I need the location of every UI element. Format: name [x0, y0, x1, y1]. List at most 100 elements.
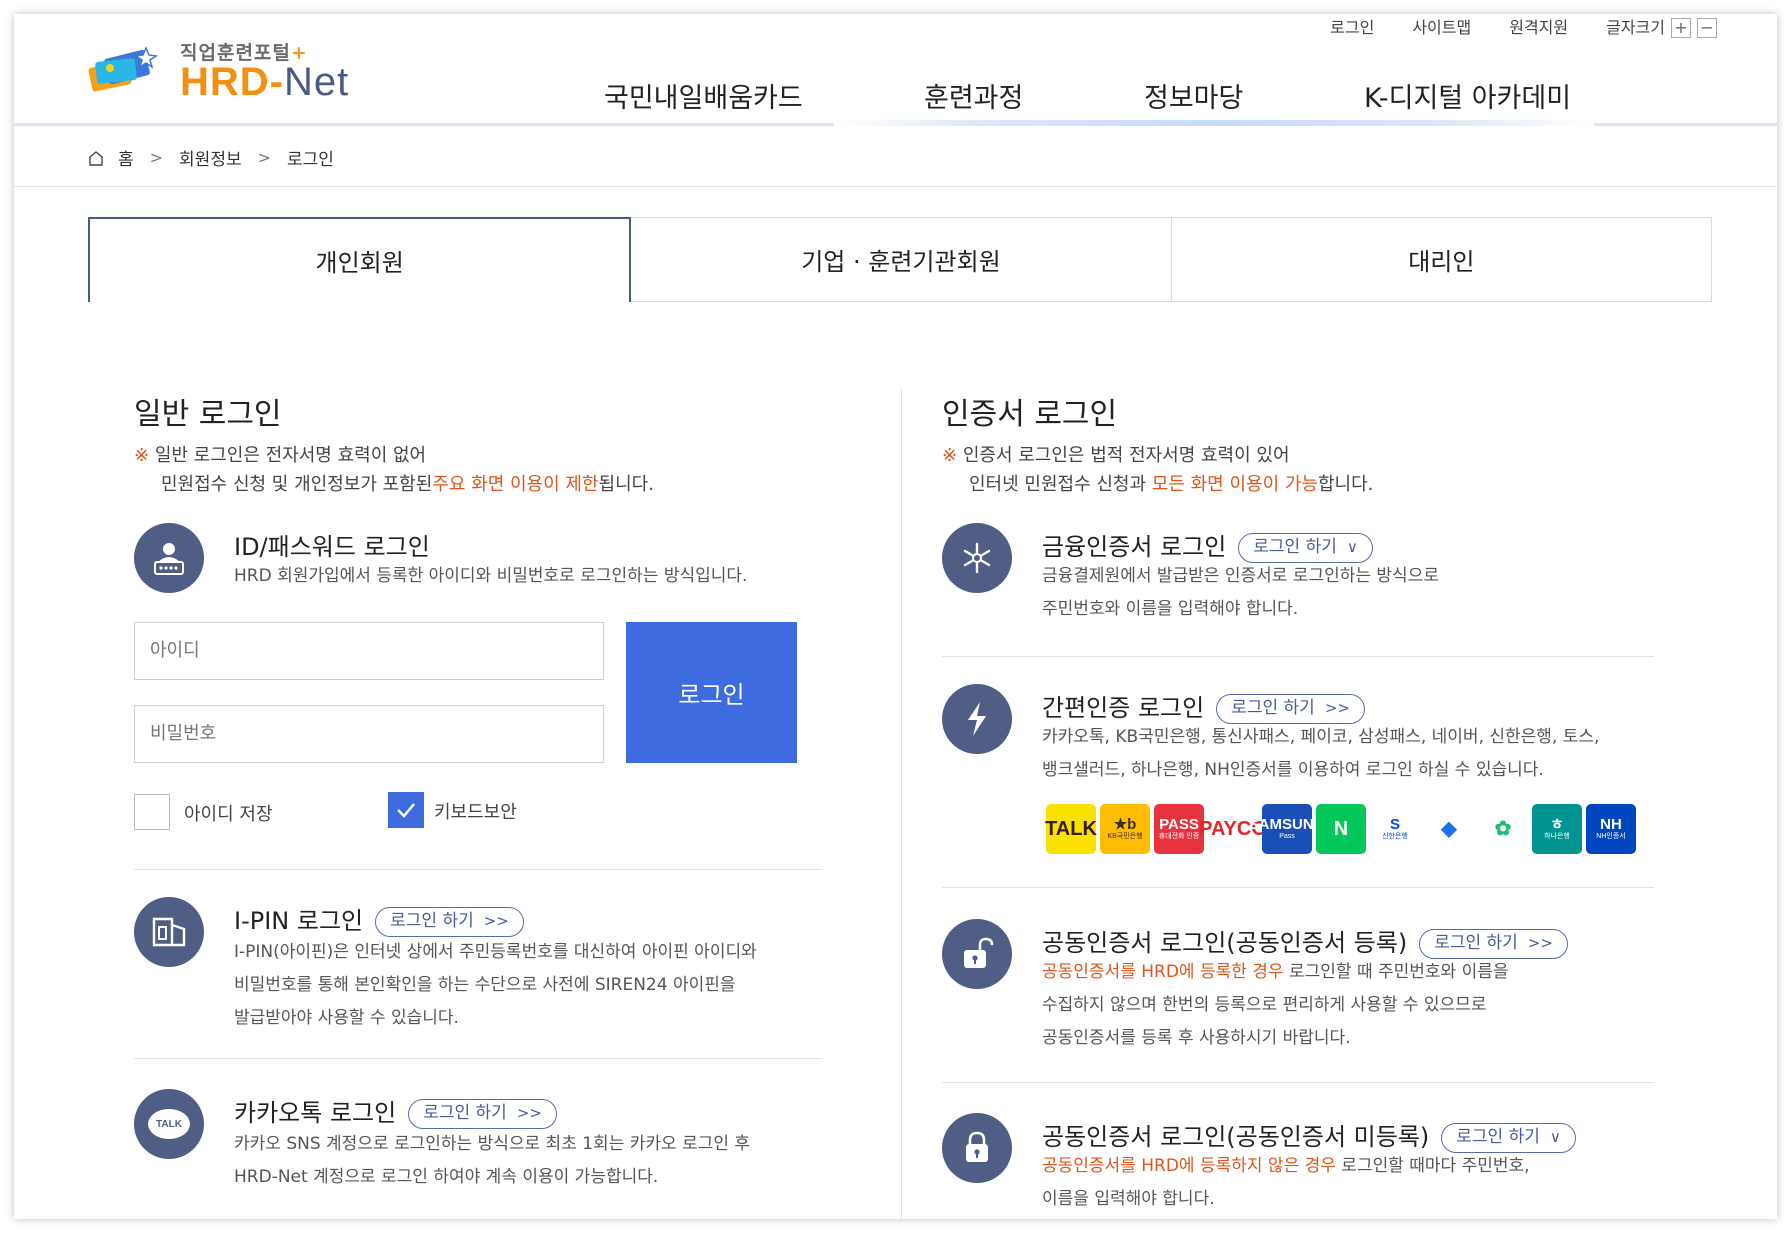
notice-line-2a: 민원접수 신청 및 개인정보가 포함된 [161, 474, 433, 495]
breadcrumb-home[interactable]: 홈 [118, 145, 134, 170]
general-login-notice: ※ 일반 로그인은 전자서명 효력이 없어 민원접수 신청 및 개인정보가 포함… [134, 441, 654, 499]
notice-line-2a: 인터넷 민원접수 신청과 [969, 474, 1147, 495]
chevron-right-icon: > [257, 148, 272, 167]
pass-logo[interactable]: PASS 휴대전화 인증 [1154, 804, 1204, 854]
shinhan-logo[interactable]: S 신한은행 [1370, 804, 1420, 854]
kb-logo[interactable]: ★b KB국민은행 [1100, 804, 1150, 854]
joint-cert-registered-desc: 공동인증서를 HRD에 등록한 경우 로그인할 때 주민번호와 이름을 수집하지… [1042, 962, 1509, 1048]
id-login-desc: HRD 회원가입에서 등록한 아이디와 비밀번호로 로그인하는 방식입니다. [234, 566, 748, 586]
tab-individual[interactable]: 개인회원 [88, 217, 632, 302]
divider [942, 656, 1654, 657]
certificate-login-notice: ※ 인증서 로그인은 법적 전자서명 효력이 있어 인터넷 민원접수 신청과 모… [942, 441, 1373, 499]
joint-cert-registered-title: 공동인증서 로그인(공동인증서 등록) 로그인 하기 >> [1042, 923, 1568, 959]
keyboard-security-checkbox[interactable] [388, 792, 424, 828]
notice-line-2c: 됩니다. [598, 474, 654, 495]
password-input[interactable]: 비밀번호 [134, 705, 604, 763]
kakao-login-button[interactable]: 로그인 하기 >> [408, 1099, 557, 1129]
notice-line-1: 인증서 로그인은 법적 전자서명 효력이 있어 [962, 445, 1290, 466]
notice-line-2c: 합니다. [1318, 474, 1374, 495]
double-chevron-icon: >> [1527, 934, 1553, 952]
header-decoration [834, 120, 1594, 126]
double-chevron-icon: >> [1324, 699, 1350, 717]
notice-mark: ※ [942, 445, 958, 466]
notice-mark: ※ [134, 445, 150, 466]
save-id-checkbox[interactable] [134, 794, 170, 830]
joint-cert-unregistered-title: 공동인증서 로그인(공동인증서 미등록) 로그인 하기 ∨ [1042, 1117, 1576, 1153]
joint-cert-unregistered-login-button[interactable]: 로그인 하기 ∨ [1441, 1123, 1576, 1153]
nav-item-courses[interactable]: 훈련과정 [924, 76, 1144, 115]
samsung-pass-logo[interactable]: SAMSUNG Pass [1249, 804, 1325, 854]
util-sitemap-link[interactable]: 사이트맵 [1412, 14, 1471, 38]
logo-cards-icon [88, 46, 159, 92]
brand-logo-text: ◆ [1441, 817, 1457, 840]
toss-logo[interactable]: ◆ [1424, 804, 1474, 854]
brand-logo-text: ㅎ [1550, 816, 1564, 834]
brand-logo-text: S [1389, 816, 1400, 834]
home-icon[interactable] [88, 150, 104, 166]
brand-logo-text: ✿ [1494, 817, 1512, 840]
notice-line-2b: 주요 화면 이용이 제한 [432, 474, 599, 495]
kakaotalk-logo[interactable]: TALK [1045, 804, 1097, 854]
brand-logo-caption: KB국민은행 [1107, 833, 1143, 841]
kakao-talk-bubble: TALK [148, 1109, 190, 1139]
unlock-icon [942, 919, 1012, 989]
notice-line-1: 일반 로그인은 전자서명 효력이 없어 [154, 445, 427, 466]
check-icon [397, 803, 415, 818]
general-login-title: 일반 로그인 [134, 397, 282, 432]
font-size-control: 글자크기 + − [1606, 14, 1717, 38]
breadcrumb-login[interactable]: 로그인 [287, 145, 334, 170]
column-divider [901, 389, 902, 1219]
certificate-login-title: 인증서 로그인 [942, 397, 1118, 432]
joint-cert-registered-login-button[interactable]: 로그인 하기 >> [1419, 929, 1568, 959]
brand-logo-caption: 신한은행 [1382, 833, 1408, 841]
kakaotalk-icon: TALK [134, 1089, 204, 1159]
divider [942, 887, 1654, 888]
nav-item-info[interactable]: 정보마당 [1144, 76, 1364, 115]
ipin-login-desc: I-PIN(아이핀)은 인터넷 상에서 주민등록번호를 대신하여 아이핀 아이디… [234, 942, 757, 1028]
brand-logo-text: TALK [1045, 817, 1097, 840]
breadcrumb-member-info[interactable]: 회원정보 [179, 145, 242, 170]
hrd-net-logo[interactable]: 직업훈련포털+ HRD-Net [88, 32, 378, 104]
tab-company-institution[interactable]: 기업 · 훈련기관회원 [631, 217, 1172, 302]
page-frame: 직업훈련포털+ HRD-Net 로그인 사이트맵 원격지원 글자크기 + − 국민내… [14, 14, 1777, 1219]
nav-item-k-digital[interactable]: K-디지털 아카데미 [1364, 76, 1571, 115]
banksalad-logo[interactable]: ✿ [1478, 804, 1528, 854]
simple-auth-icon [942, 684, 1012, 754]
login-button[interactable]: 로그인 [626, 622, 797, 763]
double-chevron-icon: >> [483, 912, 509, 930]
tab-agent[interactable]: 대리인 [1171, 217, 1712, 302]
brand-logo-text: N [1333, 817, 1349, 840]
financial-cert-login-title: 금융인증서 로그인 로그인 하기 ∨ [1042, 527, 1373, 563]
simple-auth-login-title: 간편인증 로그인 로그인 하기 >> [1042, 688, 1365, 724]
main-nav: 국민내일배움카드 훈련과정 정보마당 K-디지털 아카데미 [604, 76, 1571, 115]
nh-logo[interactable]: NH NH인증서 [1586, 804, 1636, 854]
keyboard-security-label[interactable]: 키보드보안 [434, 798, 517, 824]
id-login-title: ID/패스워드 로그인 [234, 533, 430, 561]
financial-cert-login-desc: 금융결제원에서 발급받은 인증서로 로그인하는 방식으로 주민번호와 이름을 입… [1042, 566, 1439, 619]
user-id-input[interactable]: 아이디 [134, 622, 604, 680]
font-size-decrease-button[interactable]: − [1697, 18, 1717, 38]
breadcrumb: 홈 > 회원정보 > 로그인 [14, 129, 1777, 187]
brand-logo-text: SAMSUNG [1248, 816, 1326, 834]
naver-logo[interactable]: N [1316, 804, 1366, 854]
joint-cert-unregistered-desc: 공동인증서를 HRD에 등록하지 않은 경우 로그인할 때마다 주민번호, 이름… [1042, 1156, 1530, 1209]
save-id-label[interactable]: 아이디 저장 [184, 800, 273, 826]
chevron-down-icon: ∨ [1549, 1128, 1561, 1146]
double-chevron-icon: >> [516, 1104, 542, 1122]
chevron-right-icon: > [149, 148, 164, 167]
nav-item-card[interactable]: 국민내일배움카드 [604, 76, 924, 115]
brand-logo-text: ★b [1113, 816, 1137, 834]
id-password-icon [134, 523, 204, 593]
simple-auth-login-button[interactable]: 로그인 하기 >> [1216, 694, 1365, 724]
divider [134, 1058, 822, 1059]
kakao-login-desc: 카카오 SNS 계정으로 로그인하는 방식으로 최초 1회는 카카오 로그인 후… [234, 1134, 751, 1187]
hana-logo[interactable]: ㅎ 하나은행 [1532, 804, 1582, 854]
simple-auth-provider-logos: TALK ★b KB국민은행 PASS 휴대전화 인증 PAYCO SAMSUNG Pass N… [1045, 804, 1636, 854]
ipin-login-button[interactable]: 로그인 하기 >> [375, 907, 524, 937]
financial-cert-login-button[interactable]: 로그인 하기 ∨ [1238, 533, 1373, 563]
util-login-link[interactable]: 로그인 [1330, 14, 1374, 38]
lock-icon [942, 1113, 1012, 1183]
brand-logo-text: PASS [1159, 816, 1199, 834]
font-size-increase-button[interactable]: + [1671, 18, 1691, 38]
util-remote-support-link[interactable]: 원격지원 [1509, 14, 1568, 38]
